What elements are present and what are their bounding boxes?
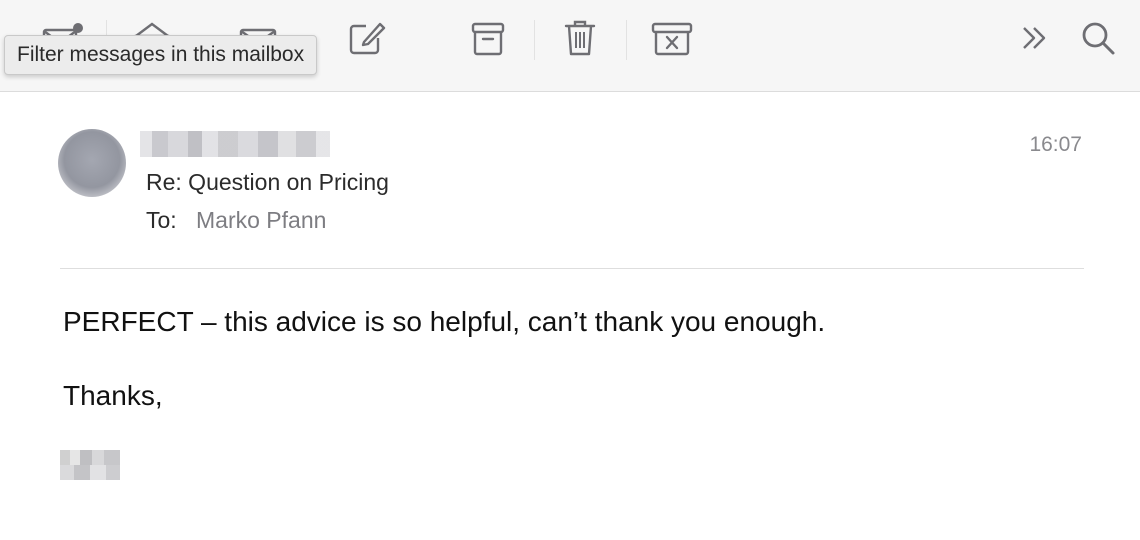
body-line-1: PERFECT – this advice is so helpful, can… [63, 306, 826, 337]
search-icon[interactable] [1074, 14, 1122, 62]
message-header: Re: Question on Pricing To: Marko Pfann … [0, 93, 1140, 269]
message-subject: Re: Question on Pricing [146, 169, 389, 195]
compose-icon[interactable] [342, 14, 390, 62]
trash-icon[interactable] [556, 14, 604, 62]
toolbar: Filter messages in this mailbox [0, 0, 1140, 92]
more-chevron-icon[interactable] [1010, 14, 1058, 62]
to-label: To: [146, 207, 177, 233]
signature-redacted [60, 450, 120, 480]
body-line-2: Thanks, [63, 380, 163, 411]
header-divider [60, 268, 1084, 269]
toolbar-separator [534, 20, 535, 60]
archive-icon[interactable] [464, 14, 512, 62]
recipient-name[interactable]: Marko Pfann [196, 207, 326, 234]
tooltip: Filter messages in this mailbox [4, 35, 318, 75]
avatar [58, 129, 126, 197]
sender-name-redacted [140, 131, 330, 157]
toolbar-separator [626, 20, 627, 60]
message-time: 16:07 [1029, 133, 1082, 156]
junk-icon[interactable] [648, 14, 696, 62]
